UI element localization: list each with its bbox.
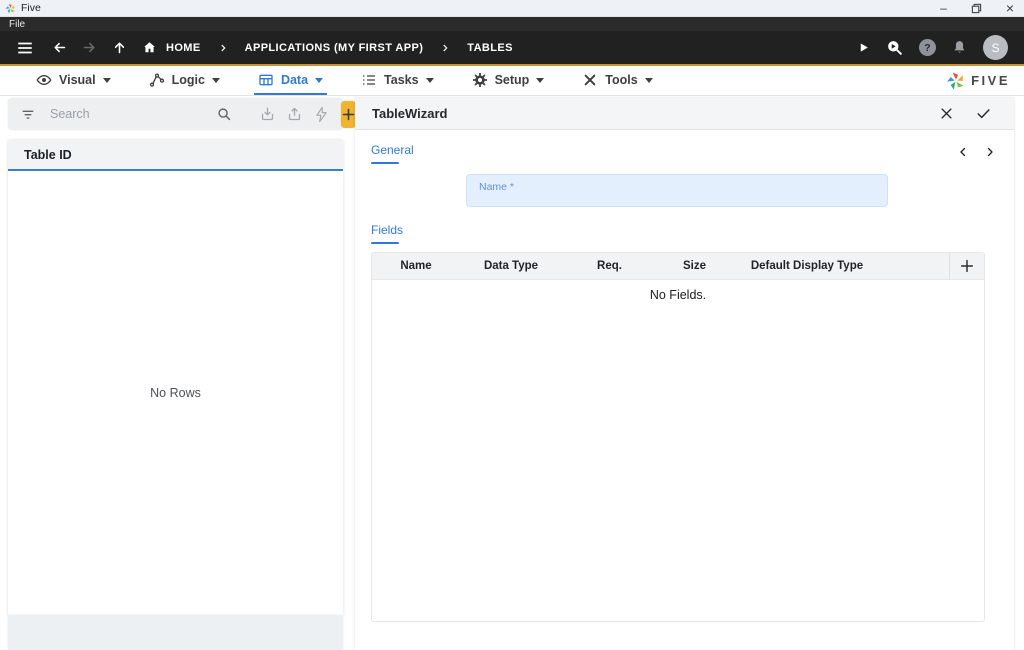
- no-fields-message: No Fields.: [372, 288, 984, 302]
- add-table-button[interactable]: [341, 101, 356, 128]
- main-content: Table ID No Rows TableWizard General: [0, 96, 1024, 650]
- next-page-chevron-icon[interactable]: [984, 146, 996, 158]
- search-input[interactable]: [50, 107, 211, 121]
- tab-general[interactable]: General: [371, 143, 414, 164]
- five-brand-logo: FIVE: [946, 66, 1024, 95]
- crossed-tools-icon: [582, 72, 598, 88]
- five-pinwheel-icon: [946, 71, 966, 91]
- tab-tasks-label: Tasks: [384, 73, 419, 87]
- close-button[interactable]: ×: [1006, 1, 1014, 15]
- grid-column-header[interactable]: Table ID: [8, 140, 343, 171]
- fields-table: Name Data Type Req. Size Default Display…: [371, 252, 985, 622]
- lightning-icon[interactable]: [313, 106, 330, 123]
- minimize-button[interactable]: –: [940, 2, 947, 14]
- prev-page-chevron-icon[interactable]: [957, 146, 969, 158]
- eye-icon: [36, 72, 52, 88]
- chevron-right-icon: [440, 43, 450, 53]
- tab-data[interactable]: Data: [254, 66, 327, 95]
- chevron-right-icon: [218, 43, 228, 53]
- chevron-down-icon: [103, 78, 111, 83]
- tab-tools-label: Tools: [605, 73, 637, 87]
- hamburger-menu-icon[interactable]: [16, 39, 34, 57]
- breadcrumb-home[interactable]: HOME: [166, 42, 201, 54]
- filter-icon[interactable]: [20, 106, 36, 122]
- tab-logic[interactable]: Logic: [145, 66, 224, 95]
- wizard-header: TableWizard: [355, 98, 1014, 130]
- tab-tasks[interactable]: Tasks: [357, 66, 438, 95]
- task-list-icon: [361, 72, 377, 88]
- tab-setup-label: Setup: [495, 73, 530, 87]
- forward-arrow-icon[interactable]: [81, 39, 98, 56]
- five-wordmark: FIVE: [971, 73, 1010, 88]
- user-avatar[interactable]: S: [983, 35, 1008, 60]
- column-default-display-type: Default Display Type: [732, 253, 882, 279]
- notifications-bell-icon[interactable]: [951, 39, 968, 56]
- home-icon[interactable]: [142, 40, 157, 55]
- help-icon[interactable]: ?: [919, 39, 936, 56]
- chevron-down-icon: [315, 78, 323, 83]
- chevron-down-icon: [212, 78, 220, 83]
- name-field-label: Name *: [479, 181, 875, 193]
- list-search-toolbar: [8, 98, 343, 130]
- cancel-x-icon[interactable]: [939, 106, 954, 121]
- column-header-table-id[interactable]: Table ID: [24, 148, 72, 162]
- table-grid-icon: [258, 72, 274, 88]
- tab-data-label: Data: [281, 73, 308, 87]
- export-share-icon[interactable]: [286, 106, 303, 123]
- name-field[interactable]: Name *: [466, 174, 888, 207]
- search-icon[interactable]: [216, 106, 233, 123]
- import-download-icon[interactable]: [259, 106, 276, 123]
- chevron-down-icon: [645, 78, 653, 83]
- tables-grid: Table ID No Rows: [8, 140, 343, 615]
- chevron-down-icon: [426, 78, 434, 83]
- breadcrumb-tables[interactable]: TABLES: [467, 42, 513, 54]
- wizard-body: General Name * Fields Name: [355, 130, 1014, 650]
- module-toolbar: Visual Logic Data Tasks: [0, 66, 1024, 96]
- breadcrumb-applications[interactable]: APPLICATIONS (MY FIRST APP): [245, 42, 424, 54]
- tables-list-panel: Table ID No Rows: [8, 96, 343, 650]
- wizard-title: TableWizard: [372, 106, 448, 121]
- tab-logic-label: Logic: [172, 73, 205, 87]
- column-size: Size: [657, 253, 732, 279]
- restore-button[interactable]: [971, 3, 982, 14]
- tab-tools[interactable]: Tools: [578, 66, 656, 95]
- tab-setup[interactable]: Setup: [468, 66, 549, 95]
- tab-visual-label: Visual: [59, 73, 96, 87]
- chevron-down-icon: [536, 78, 544, 83]
- gear-icon: [472, 72, 488, 88]
- logic-flow-icon: [149, 72, 165, 88]
- grid-body: No Rows: [8, 171, 343, 615]
- add-field-button[interactable]: [949, 253, 984, 279]
- table-wizard-panel: TableWizard General: [355, 98, 1014, 650]
- tab-visual[interactable]: Visual: [32, 66, 115, 95]
- five-logo-icon: [5, 3, 16, 14]
- back-arrow-icon[interactable]: [51, 39, 68, 56]
- up-arrow-icon[interactable]: [111, 39, 128, 56]
- file-menu[interactable]: File: [9, 19, 25, 30]
- menu-bar: File: [0, 17, 1024, 31]
- column-req: Req.: [562, 253, 657, 279]
- column-data-type: Data Type: [460, 253, 562, 279]
- os-titlebar: Five – ×: [0, 0, 1024, 17]
- no-rows-message: No Rows: [150, 386, 201, 400]
- header-spacer: [882, 253, 949, 279]
- grid-footer: [8, 615, 343, 650]
- fields-table-header: Name Data Type Req. Size Default Display…: [372, 253, 984, 280]
- preview-search-icon[interactable]: [885, 38, 904, 57]
- column-name: Name: [372, 253, 460, 279]
- run-play-icon[interactable]: [857, 41, 870, 54]
- navigation-bar: HOME APPLICATIONS (MY FIRST APP) TABLES …: [0, 31, 1024, 66]
- breadcrumb: HOME APPLICATIONS (MY FIRST APP) TABLES: [142, 40, 513, 55]
- save-check-icon[interactable]: [975, 105, 992, 122]
- tab-fields[interactable]: Fields: [371, 223, 403, 244]
- window-title: Five: [21, 2, 41, 14]
